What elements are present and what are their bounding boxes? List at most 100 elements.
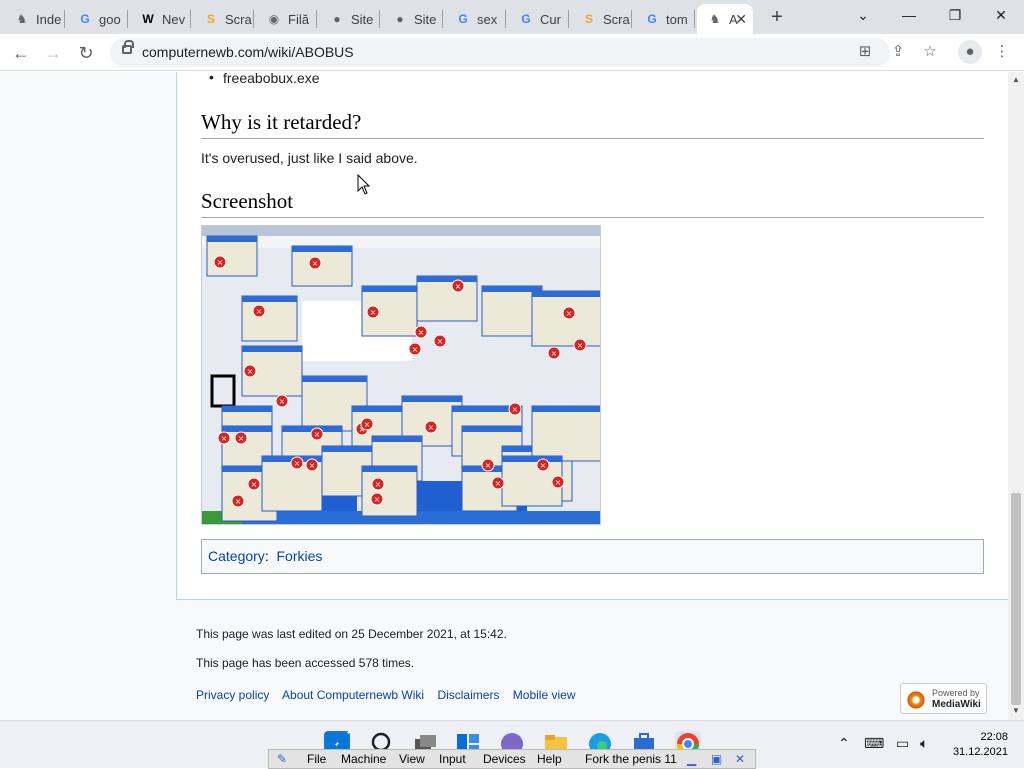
svg-text:×: × [512,405,519,414]
tab[interactable]: ◉ Filă [256,4,317,34]
svg-text:×: × [221,434,228,443]
list-item: freeabobux.exe [209,72,319,86]
category-links: Category: Forkies [201,539,984,574]
category-label-link[interactable]: Category [208,548,265,564]
translate-icon[interactable]: ⊞ [853,40,877,64]
disclaimers-link[interactable]: Disclaimers [437,688,499,702]
vbox-menu-input[interactable]: Input [439,752,466,766]
tab[interactable]: Gsex [445,4,506,34]
scroll-down-icon[interactable]: ▼ [1012,706,1020,715]
article-body: freeabobux.exe Why is it retarded? It's … [176,72,1008,600]
section-heading: Why is it retarded? [201,110,984,139]
vbox-menu-view[interactable]: View [399,752,425,766]
tab[interactable]: ♞ Inde [4,4,65,34]
menu-icon[interactable]: ⋮ [990,40,1014,64]
profile-icon[interactable]: ● [958,40,982,64]
vbox-menu-devices[interactable]: Devices [483,752,526,766]
tab[interactable]: ♞ A ✕ [697,4,753,34]
svg-text:×: × [566,309,573,318]
svg-text:×: × [370,308,377,317]
chrome-icon: ◉ [268,12,280,26]
tab-search-icon[interactable]: ⌄ [840,0,886,30]
paragraph: It's overused, just like I said above. [201,150,418,166]
close-window-button[interactable]: ✕ [978,0,1024,30]
svg-text:×: × [428,423,435,432]
tab[interactable]: G Cur [508,4,569,34]
screenshot-image[interactable]: × × × × × × × × × × × × × × × × × × × × × × × × × × × × × × [201,225,601,525]
tab-title: sex [477,11,498,27]
close-tab-icon[interactable]: ✕ [735,11,747,28]
minimize-button[interactable]: — [886,0,932,30]
svg-text:×: × [364,420,371,429]
network-icon[interactable]: ▭ [896,735,909,752]
about-link[interactable]: About Computernewb Wiki [282,688,424,702]
tab-title: Site [414,11,437,27]
virtualbox-status-bar: ✎ File Machine View Input Devices Help Fork t… [268,749,756,769]
vbox-pin-icon[interactable]: ✎ [277,752,287,766]
svg-text:×: × [418,328,425,337]
new-tab-button[interactable]: + [766,6,788,28]
svg-text:×: × [247,367,254,376]
tab-title: goo [99,11,121,27]
tab-title: Scra [603,11,630,27]
tab-title: Inde [36,11,62,27]
privacy-policy-link[interactable]: Privacy policy [196,688,269,702]
svg-text:×: × [314,430,321,439]
powered-by-mediawiki-badge[interactable]: Powered by MediaWiki [900,683,987,714]
clock-time: 22:08 [980,731,1008,743]
vbox-restore-icon[interactable]: ▣ [711,752,722,766]
tab[interactable]: ● Site [319,4,380,34]
wikipedia-icon: W [142,12,154,26]
tray-overflow-icon[interactable]: ⌃ [838,735,850,752]
back-button[interactable]: ← [8,40,34,66]
svg-text:×: × [217,258,224,267]
volume-icon[interactable]: 🔈︎ [920,735,928,752]
svg-text:×: × [555,478,562,487]
scratch-icon: S [584,12,593,26]
bookmark-star-icon[interactable]: ☆ [918,40,942,64]
address-bar[interactable]: computernewb.com/wiki/ABOBUS [110,38,890,67]
vbox-menu-machine[interactable]: Machine [341,752,386,766]
svg-text:×: × [374,495,381,504]
maximize-button[interactable]: ❐ [932,0,978,30]
tab[interactable]: Gtom [634,4,695,34]
svg-text:×: × [551,349,558,358]
powered-by-label: Powered by [932,688,980,698]
google-icon: G [647,12,657,26]
svg-text:×: × [294,459,301,468]
svg-text:×: × [309,461,316,470]
svg-text:×: × [251,480,258,489]
tab[interactable]: ● Site [382,4,443,34]
mobile-view-link[interactable]: Mobile view [513,688,576,702]
url-text[interactable]: computernewb.com/wiki/ABOBUS [142,44,354,60]
tab[interactable]: W Nev [130,4,191,34]
tab[interactable]: Ggoo [67,4,128,34]
google-icon: G [80,12,90,26]
category-forkies-link[interactable]: Forkies [276,548,322,564]
tab-title: Cur [540,11,561,27]
tab[interactable]: S Scra [571,4,632,34]
category-separator: : [264,548,269,564]
vbox-machine-title: Fork the penis 11 [585,752,677,766]
tab[interactable]: S Scra [193,4,254,34]
forward-button[interactable]: → [40,40,66,66]
vbox-menu-help[interactable]: Help [537,752,562,766]
svg-text:×: × [437,337,444,346]
scroll-up-icon[interactable]: ▲ [1012,75,1020,84]
vbox-close-icon[interactable]: ✕ [735,752,745,766]
google-icon: G [521,12,531,26]
svg-text:×: × [256,307,263,316]
keyboard-icon[interactable]: ⌨ [864,735,884,752]
tab-title: tom [666,11,688,27]
svg-text:×: × [455,282,462,291]
scroll-thumb[interactable] [1011,493,1021,705]
vbox-menu-file[interactable]: File [307,752,326,766]
vbox-minimize-icon[interactable]: ▁ [687,752,696,766]
lock-icon[interactable] [122,40,134,54]
vertical-scrollbar[interactable]: ▲ ▼ [1008,72,1024,720]
share-icon[interactable]: ⇪ [886,40,910,64]
system-clock[interactable]: 22:08 31.12.2021 [950,730,1008,760]
last-edited-text: This page was last edited on 25 December… [196,627,507,641]
svg-text:×: × [495,479,502,488]
reload-button[interactable]: ↻ [73,40,99,66]
